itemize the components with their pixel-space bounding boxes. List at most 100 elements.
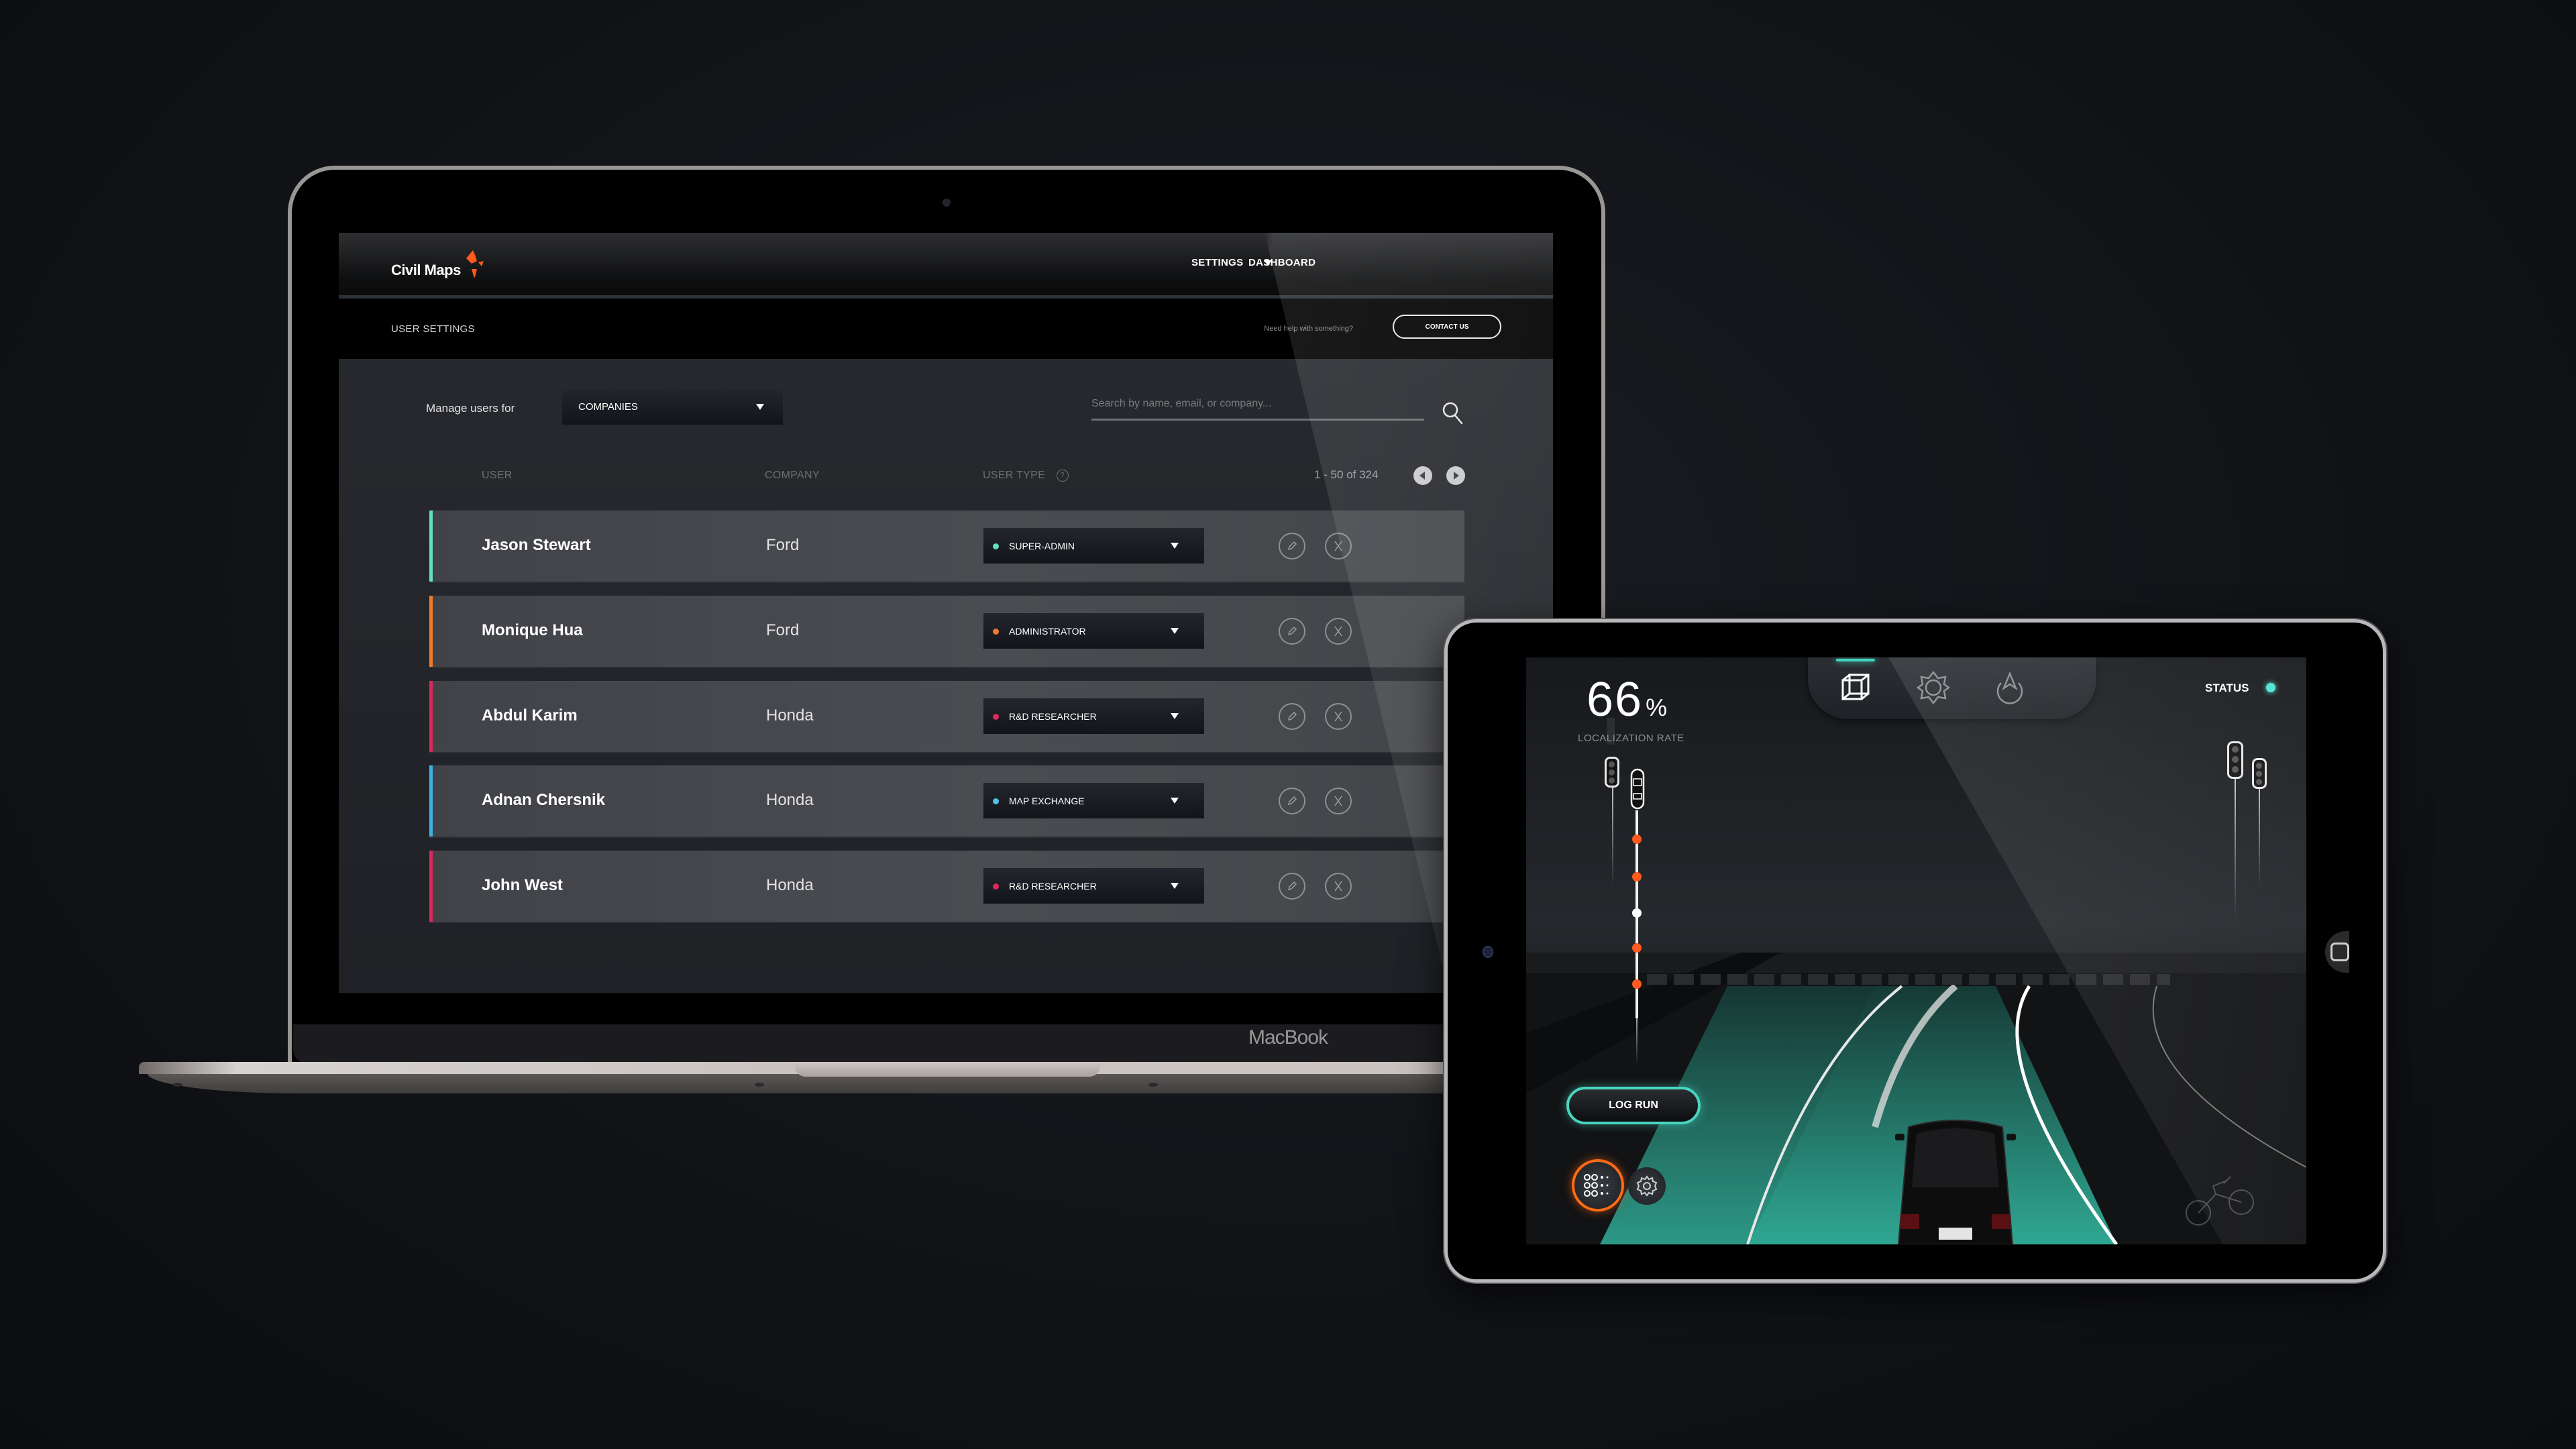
localization-rate-label: LOCALIZATION RATE [1578,733,1684,744]
vehicle-icon [1895,1120,2016,1244]
app-header: Civil Maps SETTINGS DASHBOARD [339,233,1553,299]
mode-tab-navigation[interactable] [1990,668,2029,707]
row-accent-bar [429,765,433,837]
mode-tab-brightness[interactable] [1914,668,1953,707]
row-accent-bar [429,851,433,922]
chevron-down-icon [1171,798,1179,804]
previous-page-button[interactable] [1413,466,1432,485]
scope-select-value: COMPANIES [578,401,638,413]
chevron-down-icon [1171,543,1179,549]
mode-tab-bar [1808,657,2096,719]
role-color-dot [993,883,999,890]
help-icon[interactable]: ? [1056,470,1069,482]
next-page-button[interactable] [1446,466,1465,485]
localization-rate-unit: % [1646,694,1669,721]
route-marker-alert [1632,943,1642,953]
bicycle-icon [2186,1176,2254,1226]
page-title: USER SETTINGS [391,323,475,335]
row-accent-bar [429,596,433,667]
edit-user-button[interactable] [1279,873,1305,900]
delete-user-button[interactable] [1325,703,1352,730]
role-color-dot [993,629,999,635]
navigation-icon [1996,671,2023,704]
delete-user-button[interactable] [1325,533,1352,559]
row-accent-bar [429,511,433,582]
edit-user-button[interactable] [1279,788,1305,814]
laptop-foot [1148,1083,1158,1087]
search-input[interactable] [1091,389,1424,421]
tablet-screen: 66% LOCALIZATION RATE STATUS LOG RUN [1526,657,2306,1244]
pencil-icon [1287,541,1297,551]
user-name: Jason Stewart [482,536,591,554]
user-row[interactable]: Abdul Karim Honda R&D RESEARCHER [429,681,1464,753]
user-type-select[interactable]: SUPER-ADMIN [983,528,1204,564]
user-type-value: ADMINISTRATOR [1009,625,1086,637]
route-marker-alert [1632,979,1642,989]
user-row[interactable]: Jason Stewart Ford SUPER-ADMIN [429,511,1464,583]
edit-user-button[interactable] [1279,533,1305,559]
traffic-light-pole [1612,785,1613,885]
close-icon [1334,881,1342,892]
nav-settings-label: SETTINGS [1191,257,1244,268]
laptop-foot [755,1083,764,1087]
mode-tab-3d[interactable] [1836,659,1875,707]
user-company: Honda [766,876,814,894]
chevron-down-icon [1171,628,1179,634]
user-type-select[interactable]: MAP EXCHANGE [983,783,1204,818]
grid-dots-icon [1584,1174,1609,1197]
user-management-panel: Manage users for COMPANIES USER COMPANY … [339,359,1553,993]
home-button[interactable] [2330,943,2349,961]
user-row[interactable]: John West Honda R&D RESEARCHER [429,851,1464,923]
localization-rate-number: 66 [1587,673,1644,727]
user-name: Monique Hua [482,621,583,639]
edit-user-button[interactable] [1279,703,1305,730]
settings-button[interactable] [1628,1167,1666,1205]
chevron-down-icon [1171,713,1179,719]
laptop-screen: Civil Maps SETTINGS DASHBOARD USER SETTI… [339,233,1553,993]
layers-button[interactable] [1572,1159,1624,1212]
laptop-foot [173,1083,182,1087]
contact-us-button[interactable]: CONTACT US [1393,315,1501,339]
chevron-down-icon [756,404,764,410]
log-run-button[interactable]: LOG RUN [1566,1087,1701,1124]
close-icon [1334,796,1342,806]
search-icon[interactable] [1441,400,1465,426]
delete-user-button[interactable] [1325,788,1352,814]
user-row[interactable]: Adnan Chersnik Honda MAP EXCHANGE [429,765,1464,838]
role-color-dot [993,714,999,720]
delete-user-button[interactable] [1325,873,1352,900]
user-type-value: R&D RESEARCHER [1009,710,1097,722]
column-header-user-type: USER TYPE ? [983,470,1069,482]
user-type-select[interactable]: R&D RESEARCHER [983,698,1204,734]
nav-dashboard[interactable]: DASHBOARD [1248,257,1316,268]
scope-select[interactable]: COMPANIES [562,389,783,425]
user-company: Honda [766,706,814,724]
help-text: Need help with something? [1264,325,1353,333]
delete-user-button[interactable] [1325,618,1352,645]
pencil-icon [1287,796,1297,806]
user-type-select[interactable]: R&D RESEARCHER [983,868,1204,904]
sun-icon [1916,670,1951,705]
traffic-light-pole [2235,778,2236,919]
user-company: Honda [766,791,814,809]
manage-users-label: Manage users for [426,402,515,415]
gear-icon [1636,1175,1658,1197]
laptop-camera [943,199,951,207]
pencil-icon [1287,626,1297,636]
close-icon [1334,711,1342,722]
role-color-dot [993,543,999,549]
route-marker-alert [1632,835,1642,844]
route-marker-current [1632,908,1642,918]
subheader: USER SETTINGS Need help with something? … [339,299,1553,359]
user-type-value: MAP EXCHANGE [1009,795,1085,806]
edit-user-button[interactable] [1279,618,1305,645]
row-accent-bar [429,681,433,752]
traffic-light-pole [2259,785,2260,885]
civil-maps-logo[interactable]: Civil Maps [391,250,486,282]
pencil-icon [1287,881,1297,891]
user-name: Adnan Chersnik [482,791,606,809]
user-type-select[interactable]: ADMINISTRATOR [983,613,1204,649]
user-row[interactable]: Monique Hua Ford ADMINISTRATOR [429,596,1464,668]
user-company: Ford [766,621,800,639]
status-indicator [2266,683,2275,692]
